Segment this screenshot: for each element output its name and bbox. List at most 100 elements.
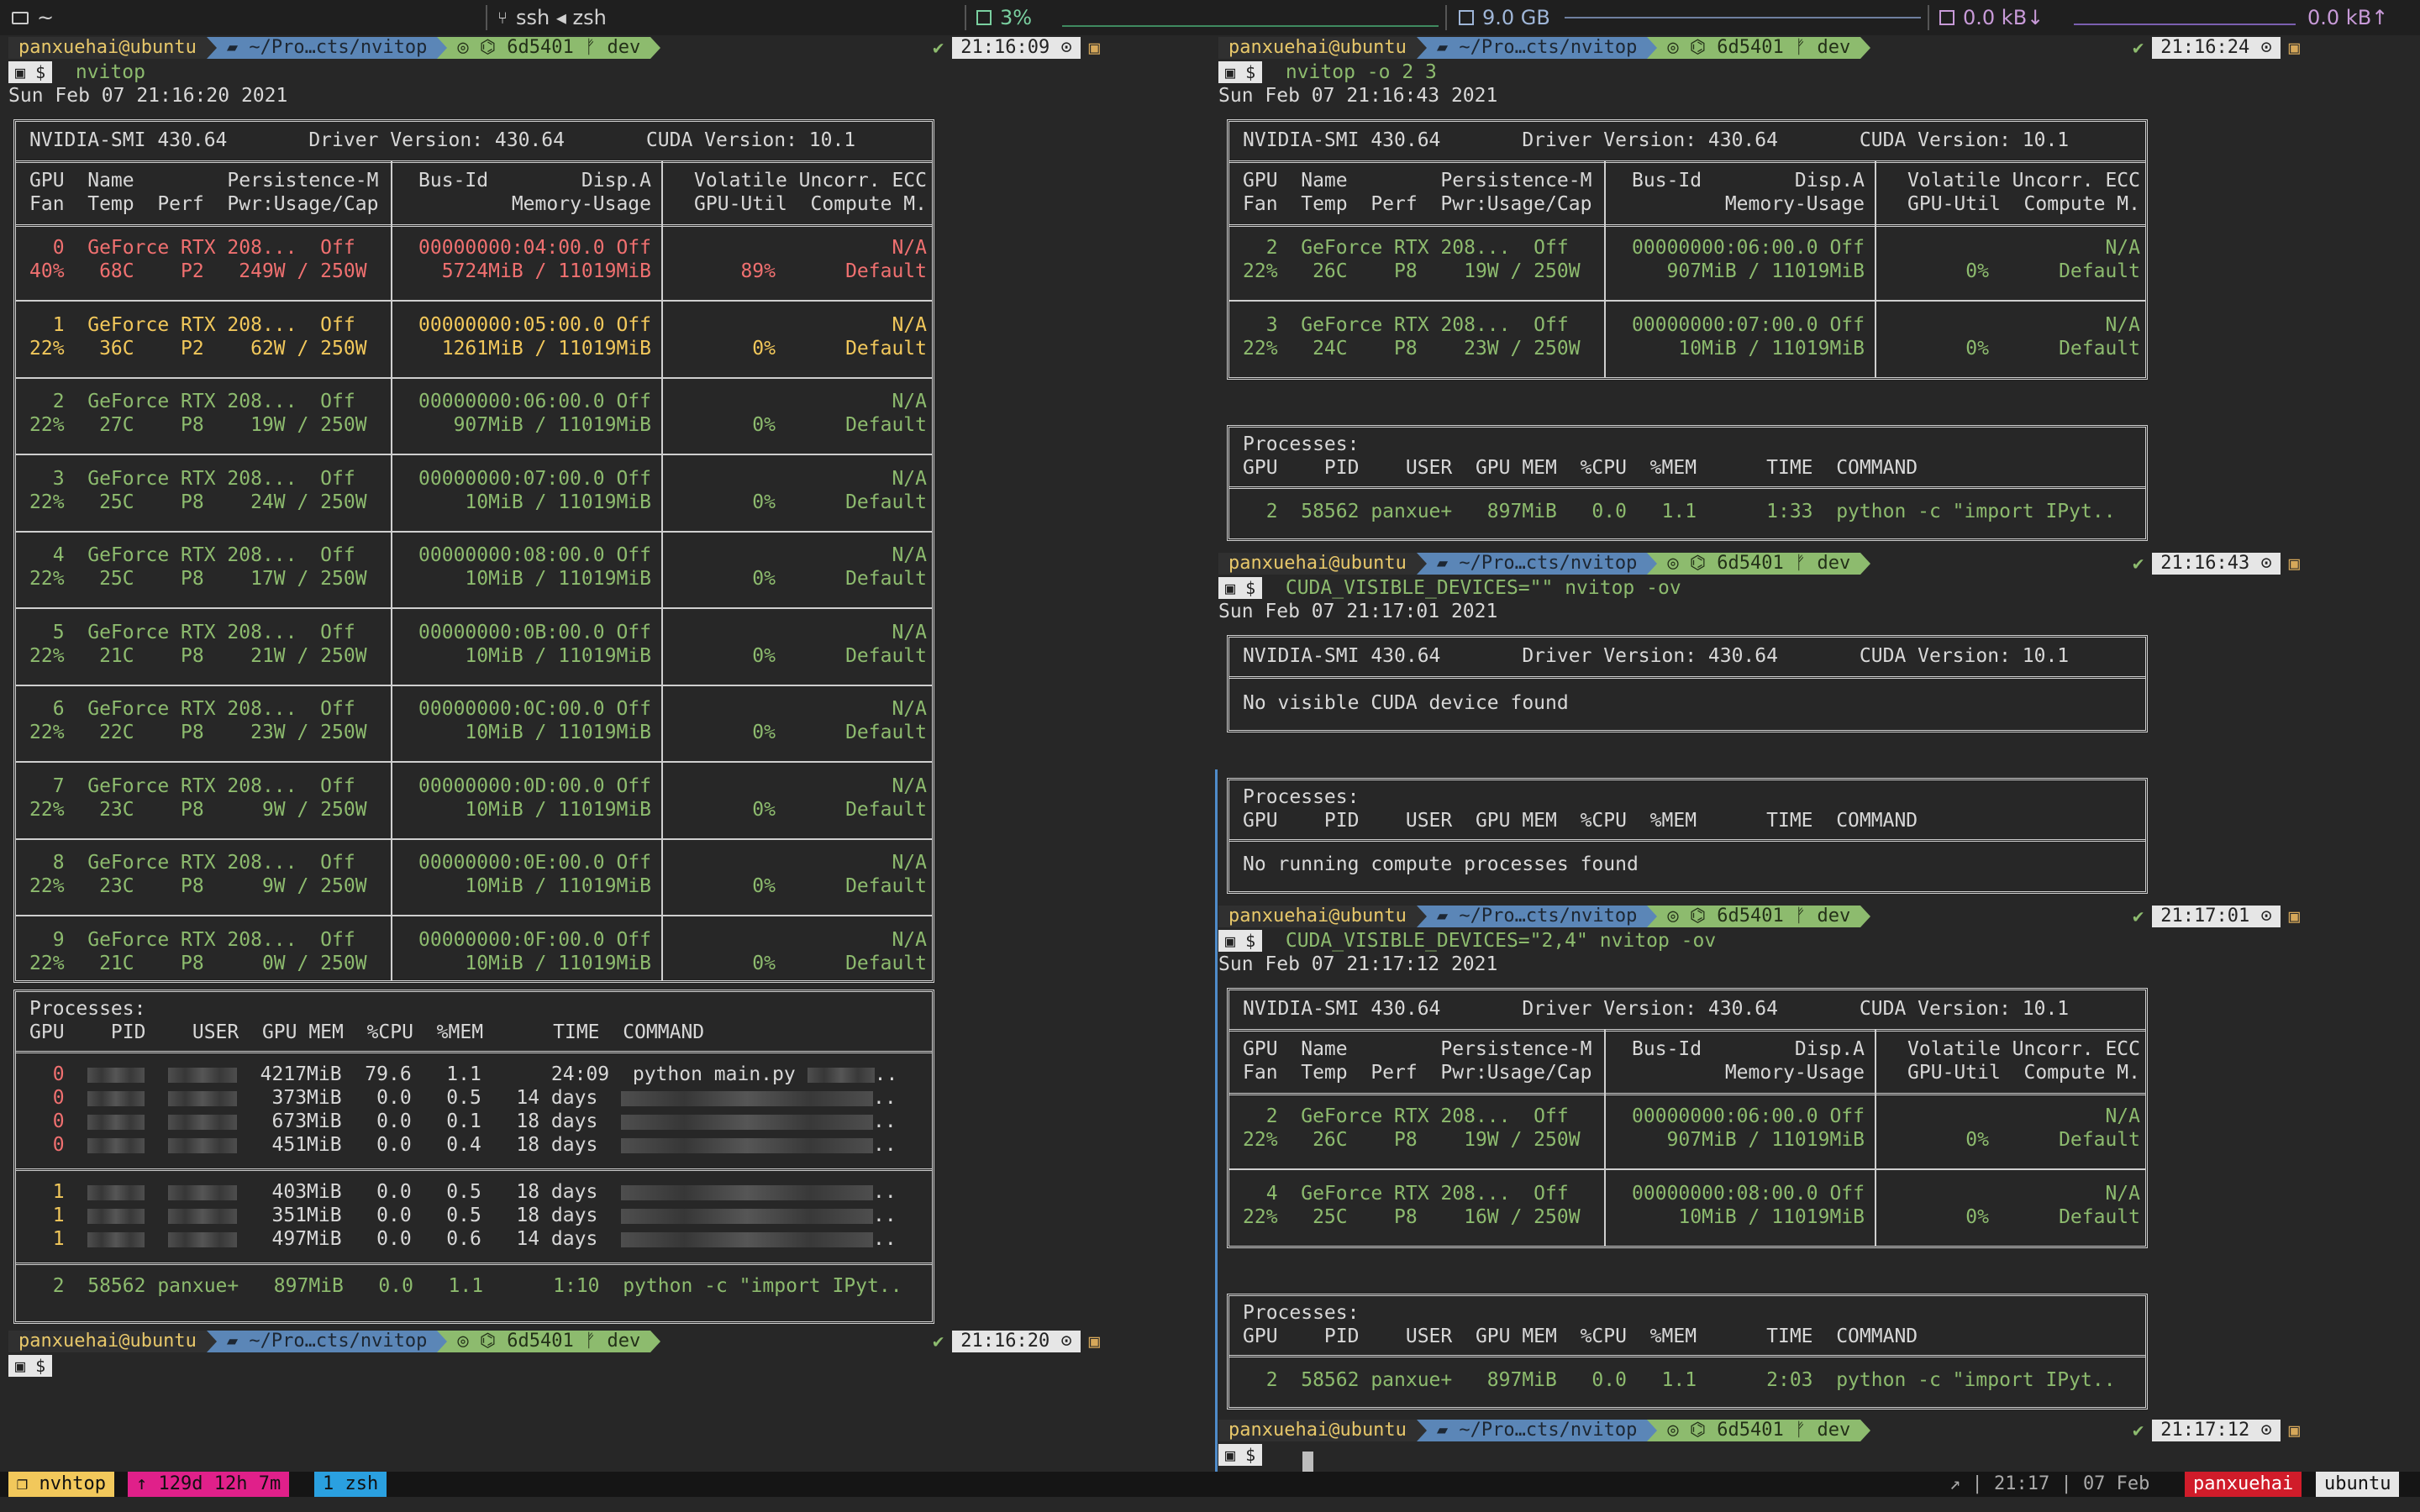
col-header: GPU-Util Compute M.	[1907, 193, 2140, 215]
redacted-pid	[87, 1137, 145, 1153]
gpu-power-cell: 22% 21C P8 0W / 250W	[29, 952, 367, 974]
prompt-git: ◎ ⌬ 6d5401 ᚠ dev	[447, 1331, 651, 1352]
tmux-uptime: ↑ 129d 12h 7m	[128, 1472, 290, 1497]
gpu-table: NVIDIA-SMI 430.64 Driver Version: 430.64…	[1227, 635, 2148, 732]
gpu-ecc-cell: N/A	[694, 313, 927, 336]
redacted-user	[167, 1067, 237, 1083]
smi-header: NVIDIA-SMI 430.64 Driver Version: 430.64…	[1243, 645, 2070, 667]
gpu-power-cell: 22% 23C P8 9W / 250W	[29, 798, 367, 821]
col-header: Volatile Uncorr. ECC	[694, 170, 927, 192]
gpu-power-cell: 22% 22C P8 23W / 250W	[29, 722, 367, 743]
gpu-util-cell: 0% Default	[682, 337, 927, 360]
prompt-symbol: ▣ $	[1218, 930, 1263, 952]
folder-label: ~	[37, 6, 55, 29]
gpu-power-cell: 22% 27C P8 19W / 250W	[29, 414, 367, 436]
branch-icon: ⑂	[497, 8, 508, 28]
col-header: Bus-Id Disp.A	[418, 170, 651, 192]
redacted-command	[621, 1208, 873, 1224]
col-header: GPU-Util Compute M.	[1907, 1062, 2140, 1084]
gpu-name-cell: 1 GeForce RTX 208... Off	[29, 313, 355, 336]
folder-icon: ▰	[1436, 906, 1460, 927]
col-header: Bus-Id Disp.A	[1632, 1038, 1865, 1060]
gpu-name-cell: 7 GeForce RTX 208... Off	[29, 774, 355, 797]
top-status-bar: ~ ⑂ ssh ◂ zsh 3% 9.0 GB 0.0 kB↓ 0.0 kB↑	[0, 0, 2420, 35]
gpu-memory-cell: 10MiB / 11019MiB	[1632, 1205, 1865, 1228]
cpu-sparkline	[1062, 25, 1439, 27]
folder-icon: ▰	[226, 37, 250, 58]
command-text: nvitop -o 2 3	[1285, 61, 1437, 83]
gpu-table: NVIDIA-SMI 430.64 Driver Version: 430.64…	[1227, 988, 2148, 1248]
gpu-bus-cell: 00000000:08:00.0 Off	[418, 544, 651, 566]
gpu-memory-cell: 10MiB / 11019MiB	[1632, 337, 1865, 360]
col-header: Memory-Usage	[1724, 1062, 1865, 1084]
prompt-git: ◎ ⌬ 6d5401 ᚠ dev	[1657, 37, 1861, 59]
process-header: GPU PID USER GPU MEM %CPU %MEM TIME COMM…	[29, 1021, 705, 1043]
gpu-ecc-cell: N/A	[1907, 237, 2140, 259]
terminal-icon: ▣	[1088, 37, 1100, 59]
no-device-message: No visible CUDA device found	[1243, 692, 1569, 714]
prompt-git: ◎ ⌬ 6d5401 ᚠ dev	[1657, 1420, 1861, 1441]
prompt-symbol: ▣ $	[8, 61, 53, 83]
redacted-user	[167, 1231, 237, 1247]
gpu-bus-cell: 00000000:05:00.0 Off	[418, 313, 651, 336]
right-prompt: ✔ 21:16:24 ⊙ ▣	[2124, 37, 2308, 59]
gpu-ecc-cell: N/A	[694, 621, 927, 643]
command-env: CUDA_VISIBLE_DEVICES=""	[1285, 577, 1554, 599]
gpu-memory-cell: 10MiB / 11019MiB	[418, 952, 651, 974]
process-row: 0 451MiB 0.0 0.4 18 days ..	[29, 1134, 897, 1156]
memory-icon	[1459, 10, 1474, 25]
col-header: GPU Name Persistence-M	[29, 170, 379, 192]
process-row: 0 4217MiB 79.6 1.1 24:09 python main.py …	[29, 1063, 898, 1085]
gpu-bus-cell: 00000000:07:00.0 Off	[418, 467, 651, 490]
github-icon: ◎	[1667, 553, 1690, 574]
divider	[1928, 5, 1929, 30]
tmux-window-tab[interactable]: 1 zsh	[314, 1472, 387, 1497]
net-down-value: 0.0 kB↓	[1963, 6, 2044, 29]
gpu-name-cell: 2 GeForce RTX 208... Off	[29, 391, 355, 412]
command-line: ▣ $ CUDA_VISIBLE_DEVICES="2,4" nvitop -o…	[1218, 929, 1716, 953]
prompt-git: ◎ ⌬ 6d5401 ᚠ dev	[447, 37, 651, 59]
process-title: Processes:	[29, 998, 146, 1020]
gpu-bus-cell: 00000000:04:00.0 Off	[418, 237, 651, 259]
right-prompt: ✔ 21:16:20 ⊙ ▣	[924, 1331, 1108, 1352]
prompt-time: 21:17:12 ⊙	[2152, 1420, 2281, 1441]
folder-segment[interactable]: ~	[12, 0, 54, 35]
check-icon: ✔	[2133, 553, 2144, 575]
prompt-user: panxuehai@ubuntu	[1218, 37, 1417, 59]
check-icon: ✔	[2133, 906, 2144, 927]
gpu-memory-cell: 907MiB / 11019MiB	[1632, 260, 1865, 282]
net-up-segment: 0.0 kB↑	[2307, 0, 2388, 35]
col-header: Volatile Uncorr. ECC	[1907, 1038, 2140, 1060]
cpu-icon	[976, 10, 992, 25]
terminal-icon: ▣	[2288, 37, 2300, 59]
process-row: 1 497MiB 0.0 0.6 14 days ..	[29, 1228, 897, 1250]
col-header: GPU Name Persistence-M	[1243, 170, 1592, 192]
command-line[interactable]: ▣ $	[1218, 1443, 1263, 1467]
pane-divider[interactable]	[1215, 769, 1218, 1472]
memory-value: 9.0 GB	[1482, 6, 1550, 29]
gpu-memory-cell: 907MiB / 11019MiB	[1632, 1129, 1865, 1151]
gpu-name-cell: 8 GeForce RTX 208... Off	[29, 852, 355, 874]
prompt-user: panxuehai@ubuntu	[1218, 553, 1417, 575]
process-row: 0 373MiB 0.0 0.5 14 days ..	[29, 1087, 897, 1109]
process-row: 1 403MiB 0.0 0.5 18 days ..	[29, 1181, 897, 1203]
command-line[interactable]: ▣ $	[8, 1354, 53, 1378]
right-prompt: ✔ 21:17:01 ⊙ ▣	[2124, 906, 2308, 927]
tmux-session[interactable]: ❐ nvhtop	[8, 1472, 114, 1497]
gpu-power-cell: 22% 25C P8 24W / 250W	[29, 491, 367, 513]
gpu-util-cell: 0% Default	[682, 875, 927, 897]
redacted-command	[621, 1231, 873, 1247]
github-icon: ◎	[1667, 906, 1690, 927]
process-title: Processes:	[1243, 786, 1360, 808]
github-icon: ◎	[1667, 37, 1690, 58]
gpu-memory-cell: 10MiB / 11019MiB	[418, 568, 651, 590]
gpu-bus-cell: 00000000:06:00.0 Off	[418, 391, 651, 412]
right-terminal-pane[interactable]: panxuehai@ubuntu ▰ ~/Pro…cts/nvitop ◎ ⌬ …	[1218, 35, 2420, 1472]
prompt-time: 21:16:24 ⊙	[2152, 37, 2281, 59]
prompt-time: 21:17:01 ⊙	[2152, 906, 2281, 927]
left-terminal-pane[interactable]: panxuehai@ubuntu ▰ ~/Pro…cts/nvitop ◎ ⌬ …	[0, 35, 1210, 1472]
redacted-pid	[87, 1231, 145, 1247]
session-segment[interactable]: ⑂ ssh ◂ zsh	[497, 0, 607, 35]
session-label: ssh ◂ zsh	[516, 6, 607, 29]
gpu-memory-cell: 10MiB / 11019MiB	[418, 722, 651, 743]
